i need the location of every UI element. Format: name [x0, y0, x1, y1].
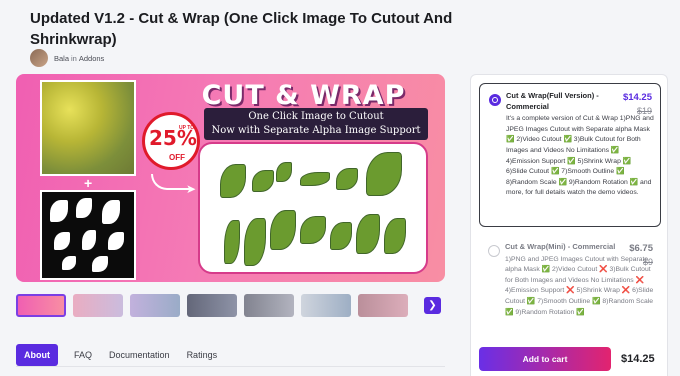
- alpha-mask-image: [40, 190, 136, 280]
- badge-off: OFF: [169, 153, 185, 162]
- add-to-cart-button[interactable]: Add to cart: [479, 347, 611, 371]
- cart-total: $14.25: [621, 353, 655, 365]
- banner-subtitle-line1: One Click Image to Cutout: [248, 111, 384, 122]
- pricing-card: Cut & Wrap(Full Version) - Commercial $1…: [470, 74, 668, 376]
- thumbnail-6[interactable]: [301, 294, 351, 317]
- badge-percent: 25%: [149, 126, 197, 150]
- product-title: Updated V1.2 - Cut & Wrap (One Click Ima…: [30, 10, 453, 48]
- discount-badge: UP TO 25% OFF: [142, 112, 200, 170]
- tab-documentation[interactable]: Documentation: [109, 350, 170, 360]
- content-tabs: About FAQ Documentation Ratings: [16, 344, 234, 366]
- author-avatar[interactable]: [30, 49, 48, 67]
- leaf-photo-image: [40, 80, 136, 176]
- tab-faq[interactable]: FAQ: [74, 350, 92, 360]
- option-description: It's a complete version of Cut & Wrap 1)…: [506, 115, 654, 197]
- thumbnail-1[interactable]: [16, 294, 66, 317]
- radio-selected-icon[interactable]: [489, 94, 501, 106]
- preview-banner[interactable]: + CUT & WRAP V1.2 One Click Image to Cut…: [16, 74, 445, 282]
- option-old-price: $19: [636, 106, 652, 116]
- option-mini[interactable]: Cut & Wrap(Mini) - Commercial $6.75 $9 1…: [479, 235, 661, 339]
- category-link[interactable]: Addons: [79, 54, 104, 63]
- banner-subtitle-line2: Now with Separate Alpha Image Support: [211, 125, 421, 136]
- thumbnail-7[interactable]: [358, 294, 408, 317]
- author-in-text: in: [71, 53, 77, 63]
- option-name: Cut & Wrap(Full Version) - Commercial: [506, 91, 599, 111]
- thumbnail-5[interactable]: [244, 294, 294, 317]
- option-old-price: $9: [642, 257, 653, 267]
- thumbnail-4[interactable]: [187, 294, 237, 317]
- author-name[interactable]: Bala: [54, 54, 69, 63]
- tab-about[interactable]: About: [16, 344, 58, 366]
- option-full-version[interactable]: Cut & Wrap(Full Version) - Commercial $1…: [479, 83, 661, 227]
- thumbnail-2[interactable]: [73, 294, 123, 317]
- option-price: $14.25: [622, 92, 652, 103]
- cutout-leaves-panel: [198, 142, 428, 274]
- tabs-divider: [16, 366, 445, 367]
- curved-arrow-icon: [151, 174, 191, 190]
- author-row: Bala in Addons: [30, 49, 104, 67]
- option-description: 1)PNG and JPEG Images Cutout with Separa…: [505, 255, 654, 316]
- plus-sign: +: [84, 175, 93, 191]
- banner-subtitle: One Click Image to Cutout Now with Separ…: [204, 108, 428, 140]
- radio-unselected-icon[interactable]: [488, 245, 500, 257]
- option-name: Cut & Wrap(Mini) - Commercial: [505, 242, 616, 251]
- thumbnail-strip: [16, 294, 408, 317]
- thumbnail-3[interactable]: [130, 294, 180, 317]
- option-price: $6.75: [629, 243, 653, 254]
- arrow-head-icon: ➤: [186, 182, 197, 196]
- tab-ratings[interactable]: Ratings: [187, 350, 218, 360]
- chevron-right-icon[interactable]: ❯: [424, 297, 441, 314]
